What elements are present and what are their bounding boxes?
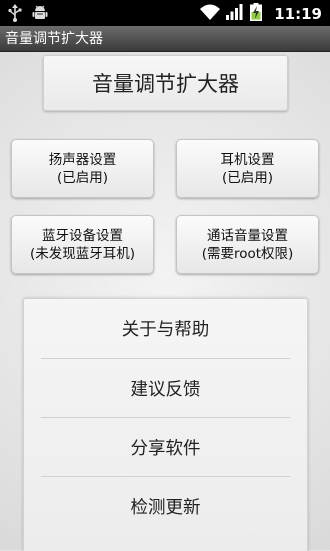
bluetooth-settings-status: (未发现蓝牙耳机) [29, 245, 136, 262]
status-bar: 11:19 [0, 0, 330, 26]
speaker-settings-label: 扬声器设置 [48, 151, 117, 168]
call-volume-settings-button[interactable]: 通话音量设置 (需要root权限) [176, 215, 319, 274]
speaker-settings-button[interactable]: 扬声器设置 (已启用) [11, 139, 154, 198]
wifi-icon [200, 4, 221, 24]
header-card: 音量调节扩大器 [43, 55, 288, 111]
menu-item-label: 分享软件 [130, 439, 201, 459]
menu-item-label: 建议反馈 [130, 380, 201, 400]
usb-icon [8, 4, 22, 26]
headphone-settings-label: 耳机设置 [220, 151, 275, 168]
headphone-settings-status: (已启用) [221, 169, 274, 186]
headphone-settings-button[interactable]: 耳机设置 (已启用) [176, 139, 319, 198]
menu-item-label: 关于与帮助 [121, 320, 210, 340]
menu-item-share[interactable]: 分享软件 [41, 418, 290, 477]
app-title-bar: 音量调节扩大器 [0, 26, 330, 52]
call-volume-settings-status: (需要root权限) [201, 245, 294, 262]
header-title: 音量调节扩大器 [92, 72, 239, 96]
speaker-settings-status: (已启用) [56, 169, 109, 186]
battery-charging-icon [250, 3, 263, 25]
main-content: 音量调节扩大器 扬声器设置 (已启用) 耳机设置 (已启用) 蓝牙设备设置 (未… [0, 52, 330, 551]
status-time: 11:19 [274, 5, 322, 23]
bluetooth-settings-button[interactable]: 蓝牙设备设置 (未发现蓝牙耳机) [11, 215, 154, 274]
menu-item-label: 检测更新 [130, 498, 201, 518]
call-volume-settings-label: 通话音量设置 [207, 227, 288, 244]
app-title: 音量调节扩大器 [5, 31, 103, 47]
signal-icon [226, 4, 244, 24]
android-debug-icon [32, 4, 48, 26]
menu-item-check-update[interactable]: 检测更新 [41, 477, 290, 536]
menu-item-feedback[interactable]: 建议反馈 [41, 359, 290, 418]
menu-card: 关于与帮助 建议反馈 分享软件 检测更新 [23, 298, 308, 551]
menu-item-about-help[interactable]: 关于与帮助 [41, 299, 290, 358]
bluetooth-settings-label: 蓝牙设备设置 [42, 227, 123, 244]
